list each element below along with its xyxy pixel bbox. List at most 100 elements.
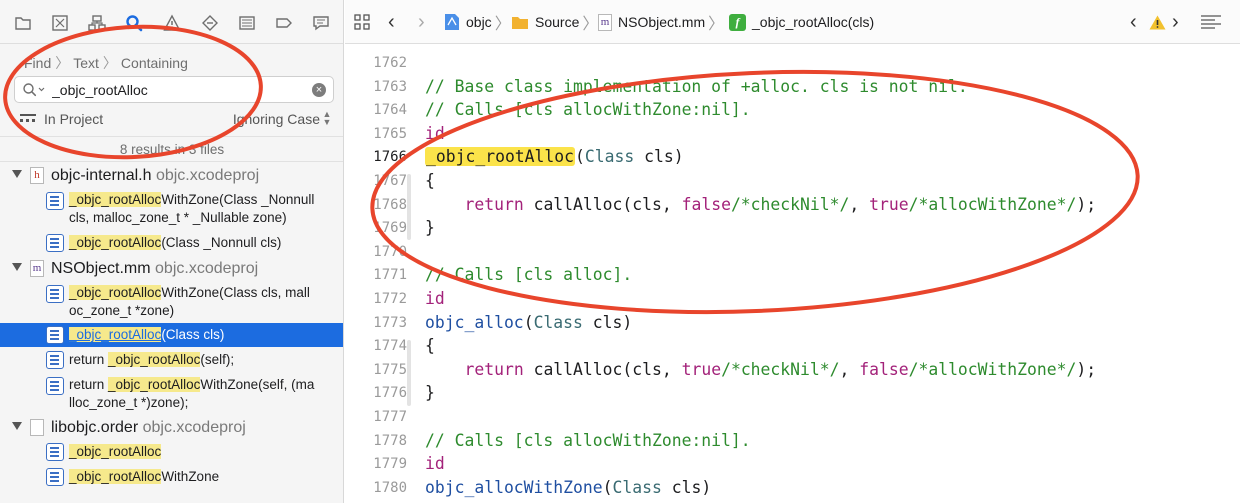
report-icon[interactable] (311, 13, 331, 33)
folder-icon[interactable] (13, 13, 33, 33)
code-line[interactable]: { (425, 335, 435, 357)
chevron-updown-icon[interactable]: ▲ ▼ (322, 110, 332, 128)
code-line[interactable]: id (425, 288, 445, 310)
line-number[interactable]: 1765 (345, 126, 407, 142)
code-line[interactable]: // Calls [cls allocWithZone:nil]. (425, 99, 751, 121)
line-number[interactable]: 1769 (345, 220, 407, 236)
code-folding-ribbon[interactable] (407, 44, 415, 503)
result-group-objc-internal-h[interactable]: h objc-internal.h objc.xcodeproj (0, 165, 343, 187)
line-number[interactable]: 1770 (345, 244, 407, 260)
code-token: ); (1076, 359, 1097, 379)
code-line[interactable]: // Calls [cls alloc]. (425, 264, 632, 286)
search-result[interactable]: return _objc_rootAlloc(self); (0, 350, 343, 372)
test-icon[interactable] (200, 13, 220, 33)
search-result[interactable]: _objc_rootAllocWithZone(Class cls, mall o… (0, 283, 343, 323)
code-line[interactable]: } (425, 382, 435, 404)
search-result[interactable]: _objc_rootAlloc(Class _Nonnull cls) (0, 233, 343, 255)
find-mode-kind[interactable]: Text (73, 55, 99, 71)
debug-icon[interactable] (237, 13, 257, 33)
line-number[interactable]: 1779 (345, 456, 407, 472)
line-number[interactable]: 1778 (345, 433, 407, 449)
line-number[interactable]: 1771 (345, 267, 407, 283)
match-text: _objc_rootAlloc (108, 352, 201, 367)
case-sensitivity-button[interactable]: Ignoring Case (233, 111, 320, 127)
code-line[interactable]: _objc_rootAlloc(Class cls) (425, 146, 684, 168)
warning-icon[interactable] (1149, 12, 1166, 32)
back-icon[interactable]: ‹ (388, 11, 395, 33)
line-number[interactable]: 1772 (345, 291, 407, 307)
clear-search-icon[interactable]: × (312, 83, 326, 97)
code-token: /*allocWithZone*/ (908, 194, 1077, 214)
line-number[interactable]: 1762 (345, 55, 407, 71)
code-line[interactable]: id (425, 453, 445, 475)
line-number[interactable]: 1776 (345, 385, 407, 401)
breadcrumb-file[interactable]: m NSObject.mm 〉 (598, 12, 724, 33)
code-token: true (681, 359, 722, 379)
line-number[interactable]: 1768 (345, 197, 407, 213)
match-text: _objc_rootAlloc (69, 327, 162, 342)
line-number[interactable]: 1773 (345, 315, 407, 331)
related-items-icon[interactable] (354, 12, 370, 32)
line-number[interactable]: 1764 (345, 102, 407, 118)
find-mode-match[interactable]: Containing (121, 55, 188, 71)
group-project-name: objc.xcodeproj (142, 419, 246, 436)
code-line[interactable]: objc_allocWithZone(Class cls) (425, 477, 711, 499)
fold-marker[interactable] (407, 174, 411, 240)
breadcrumb-project[interactable]: objc 〉 (444, 12, 511, 33)
disclosure-triangle-icon[interactable] (12, 170, 22, 178)
search-result[interactable]: _objc_rootAllocWithZone(Class _Nonnull cl… (0, 190, 343, 230)
code-token: // Calls [cls alloc]. (425, 265, 633, 285)
code-line[interactable]: id (425, 123, 445, 145)
search-result-selected[interactable]: _objc_rootAlloc(Class cls) (0, 323, 343, 347)
code-line[interactable]: { (425, 170, 435, 192)
forward-icon[interactable]: › (418, 11, 425, 33)
editor-options-icon[interactable] (1200, 12, 1222, 32)
line-number-gutter[interactable]: 1762 1763 1764 1765 1766 1767 1768 1769 1770 1771… (345, 44, 407, 503)
line-number[interactable]: 1766 (345, 149, 407, 165)
line-number[interactable]: 1763 (345, 79, 407, 95)
find-icon[interactable] (124, 13, 144, 33)
code-token: Class (533, 312, 583, 332)
source-control-icon[interactable] (50, 13, 70, 33)
code-line[interactable]: // Calls [cls allocWithZone:nil]. (425, 430, 751, 452)
jump-bar: ‹ › objc 〉 Source 〉 m NSObject.mm 〉 f _o… (345, 0, 1240, 44)
search-result[interactable]: _objc_rootAllocWithZone (0, 467, 343, 489)
code-line[interactable]: } (425, 217, 435, 239)
disclosure-triangle-icon[interactable] (12, 422, 22, 430)
code-match-icon (46, 285, 64, 303)
result-group-libobjc-order[interactable]: libobjc.order objc.xcodeproj (0, 417, 343, 439)
line-number[interactable]: 1767 (345, 173, 407, 189)
search-options-icon[interactable] (22, 82, 48, 98)
breadcrumb-symbol[interactable]: f _objc_rootAlloc(cls) (729, 12, 874, 32)
previous-issue-icon[interactable]: ‹ (1130, 11, 1137, 33)
code-text-area[interactable]: // Base class implementation of +alloc. … (425, 44, 1235, 503)
search-result[interactable]: return _objc_rootAllocWithZone(self, (ma… (0, 375, 343, 415)
find-mode-path[interactable]: Find 〉 Text 〉 Containing (24, 53, 188, 73)
next-issue-icon[interactable]: › (1172, 11, 1179, 33)
search-input[interactable] (52, 80, 312, 100)
code-line[interactable]: return callAlloc(cls, false/*checkNil*/,… (425, 194, 1096, 216)
fold-marker[interactable] (407, 340, 411, 406)
search-scope-button[interactable]: In Project (44, 111, 103, 127)
code-match-icon (46, 377, 64, 395)
code-token: /*allocWithZone*/ (908, 359, 1077, 379)
result-group-nsobject-mm[interactable]: m NSObject.mm objc.xcodeproj (0, 258, 343, 280)
code-token: id (425, 123, 445, 143)
line-number[interactable]: 1775 (345, 362, 407, 378)
code-line[interactable]: // Base class implementation of +alloc. … (425, 76, 968, 98)
code-line[interactable]: objc_alloc(Class cls) (425, 312, 632, 334)
hierarchy-icon[interactable] (87, 13, 107, 33)
breakpoint-icon[interactable] (274, 13, 294, 33)
code-line[interactable]: return callAlloc(cls, true/*checkNil*/, … (425, 359, 1096, 381)
line-number[interactable]: 1780 (345, 480, 407, 496)
disclosure-triangle-icon[interactable] (12, 263, 22, 271)
breadcrumb-folder[interactable]: Source 〉 (511, 12, 598, 33)
line-number[interactable]: 1774 (345, 338, 407, 354)
result-text-tail: WithZone(Class _Nonnull (161, 192, 315, 207)
warning-icon[interactable] (162, 13, 182, 33)
search-field[interactable]: × (14, 76, 334, 103)
search-result[interactable]: _objc_rootAlloc (0, 442, 343, 464)
line-number[interactable]: 1777 (345, 409, 407, 425)
code-token: objc_alloc (425, 312, 524, 332)
find-mode-verb[interactable]: Find (24, 55, 51, 71)
